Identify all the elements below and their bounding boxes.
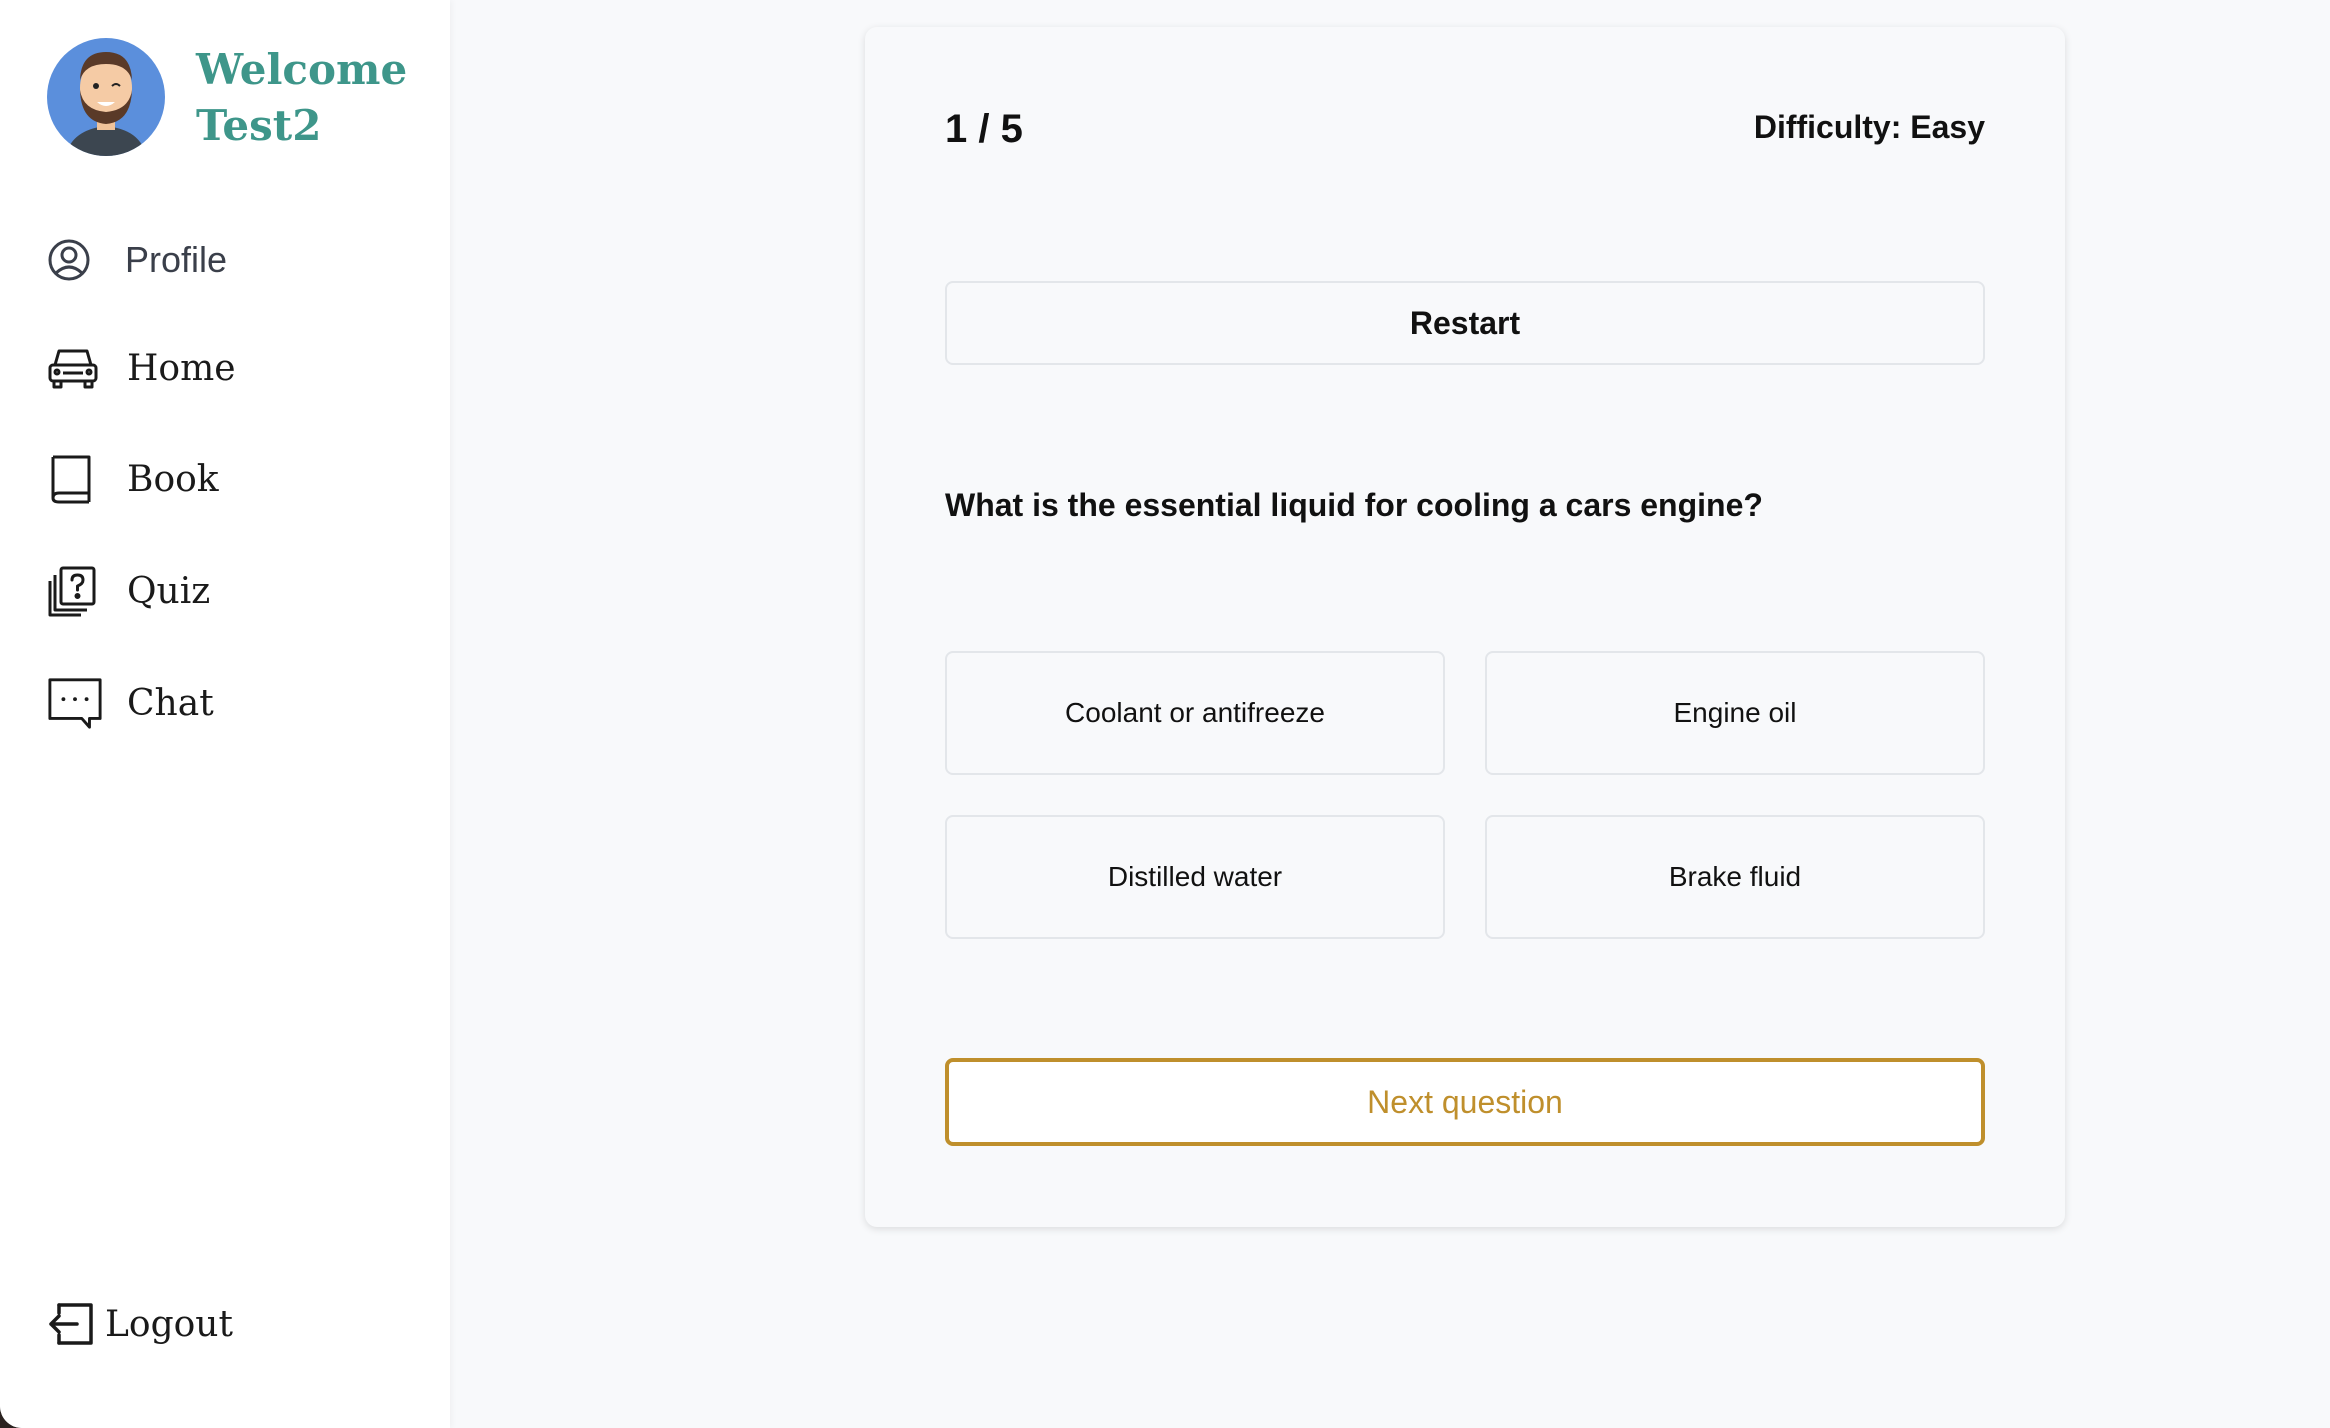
car-icon (47, 340, 103, 396)
sidebar-item-label: Quiz (127, 570, 211, 612)
quiz-progress: 1 / 5 (945, 107, 1023, 151)
book-icon (47, 451, 103, 507)
username: Test2 (196, 101, 322, 150)
logout-label: Logout (105, 1303, 233, 1345)
welcome-text: Welcome Test2 (196, 42, 407, 154)
logout-icon (47, 1296, 97, 1352)
answer-option[interactable]: Coolant or antifreeze (945, 651, 1445, 775)
sidebar-item-profile[interactable]: Profile (47, 230, 407, 290)
welcome-line: Welcome (196, 45, 408, 94)
answer-option[interactable]: Brake fluid (1485, 815, 1985, 939)
avatar (47, 38, 165, 156)
chat-icon (47, 675, 103, 731)
answer-option[interactable]: Engine oil (1485, 651, 1985, 775)
sidebar: Welcome Test2 Profile Home Book Quiz Cha… (0, 0, 450, 1428)
logout-button[interactable]: Logout (47, 1294, 407, 1354)
user-circle-icon (47, 232, 103, 288)
quiz-card: 1 / 5 Difficulty: Easy Restart What is t… (865, 27, 2065, 1227)
sidebar-item-chat[interactable]: Chat (47, 673, 407, 733)
sidebar-item-label: Profile (125, 239, 228, 280)
question-text: What is the essential liquid for cooling… (945, 487, 1763, 523)
sidebar-item-label: Home (127, 347, 236, 389)
user-header: Welcome Test2 (47, 30, 447, 165)
app-window: Welcome Test2 Profile Home Book Quiz Cha… (0, 0, 2330, 1428)
sidebar-item-label: Book (127, 458, 219, 500)
quiz-icon (47, 563, 103, 619)
sidebar-item-book[interactable]: Book (47, 449, 407, 509)
sidebar-item-quiz[interactable]: Quiz (47, 561, 407, 621)
answer-option[interactable]: Distilled water (945, 815, 1445, 939)
sidebar-item-label: Chat (127, 682, 214, 724)
sidebar-item-home[interactable]: Home (47, 338, 407, 398)
next-question-button[interactable]: Next question (945, 1058, 1985, 1146)
difficulty-label: Difficulty: Easy (1753, 109, 1985, 145)
restart-button[interactable]: Restart (945, 281, 1985, 365)
